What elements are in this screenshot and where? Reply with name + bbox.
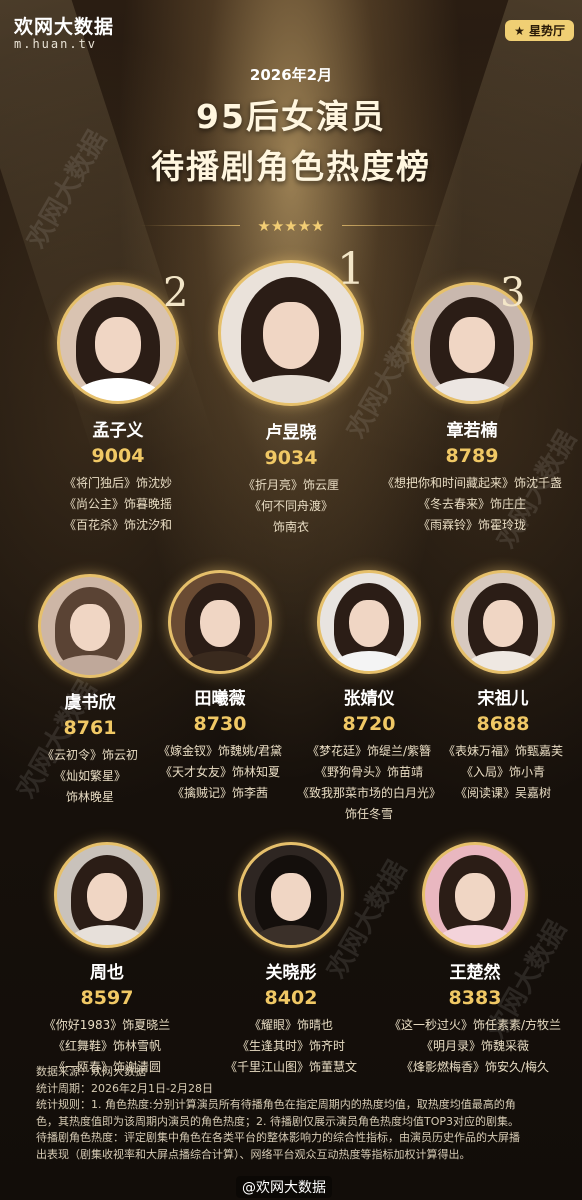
role-item: 《这一秒过火》饰任素素/方牧兰 (388, 1018, 562, 1032)
role-list: 《表妹万福》饰甄嘉芙 《入局》饰小青 《阅读课》吴嘉树 (432, 741, 574, 804)
actress-card-rank3: 3 章若楠 8789 《想把你和时间藏起来》饰沈千盏 《冬去春来》饰庄庄 《雨霖… (372, 270, 572, 536)
note-line: 统计规则：1. 角色热度:分别计算演员所有待播角色在指定周期内的热度均值，取热度… (36, 1098, 516, 1111)
role-list: 《想把你和时间藏起来》饰沈千盏 《冬去春来》饰庄庄 《雨霖铃》饰霍玲珑 (372, 473, 572, 536)
role-item: 《嫁金钗》饰魏姚/君黛 (157, 744, 283, 758)
page-title-line2: 待播剧角色热度榜 (151, 147, 431, 186)
brand-name: 欢网大数据 (14, 16, 115, 38)
avatar (317, 570, 421, 674)
heat-score: 9034 (264, 447, 318, 469)
avatar (422, 842, 528, 948)
note-line: 数据来源：欢网大数据 (36, 1065, 146, 1078)
role-list: 《梦花廷》饰缇兰/紫簪 《野狗骨头》饰苗靖 《致我那菜市场的白月光》 饰任冬雪 (294, 741, 444, 825)
role-item: 饰林晚星 (65, 790, 114, 804)
actress-name: 关晓彤 (265, 963, 317, 983)
avatar (57, 282, 179, 404)
weibo-handle[interactable]: @欢网大数据 (236, 1176, 332, 1198)
actress-name: 王楚然 (449, 963, 501, 983)
role-item: 《野狗骨头》饰苗靖 (314, 765, 423, 779)
actress-card: 关晓彤 8402 《耀眼》饰晴也 《生逢其时》饰齐时 《千里江山图》饰董慧文 (206, 842, 376, 1078)
heat-score: 8402 (264, 987, 318, 1009)
page-title-line1: 95后女演员 (196, 97, 386, 136)
brand-domain: m.huan.tv (14, 37, 98, 51)
rating-stars: ★★★★★ (0, 216, 582, 235)
actress-name: 虞书欣 (64, 693, 116, 713)
actress-name: 田曦薇 (194, 689, 246, 709)
role-item: 《灿如繁星》 (53, 769, 126, 783)
role-item: 饰南衣 (272, 520, 309, 534)
role-item: 《尚公主》饰暮晚摇 (63, 497, 172, 511)
role-list: 《嫁金钗》饰魏姚/君黛 《天才女友》饰林知夏 《擒贼记》饰李茜 (150, 741, 290, 804)
role-item: 《将门独后》饰沈妙 (63, 476, 172, 490)
rank-number: 1 (337, 244, 365, 295)
heat-score: 8720 (342, 713, 396, 735)
actress-card: 王楚然 8383 《这一秒过火》饰任素素/方牧兰 《明月录》饰魏采薇 《烽影燃梅… (372, 842, 578, 1078)
avatar (451, 570, 555, 674)
role-list: 《云初令》饰云初 《灿如繁星》 饰林晚星 (22, 745, 158, 808)
note-line: 出表现（剧集收视率和大屏点播综合计算）、网络平台观众互动热度等指标加权计算得出。 (36, 1147, 471, 1161)
role-list: 《折月亮》饰云厘 《何不同舟渡》 饰南衣 (205, 475, 377, 538)
star-hall-badge: ★ 星势厅 (505, 20, 574, 41)
role-item: 《生逢其时》饰齐时 (236, 1039, 345, 1053)
heat-score: 8688 (476, 713, 530, 735)
actress-card: 周也 8597 《你好1983》饰夏晓兰 《红舞鞋》饰林雪帆 《一瓯春》饰谢清圆 (32, 842, 182, 1078)
role-item: 《何不同舟渡》 (248, 499, 333, 513)
actress-name: 宋祖儿 (477, 689, 529, 709)
role-item: 《雨霖铃》饰霍玲珑 (417, 518, 526, 532)
heat-score: 9004 (91, 445, 145, 467)
role-item: 《百花杀》饰沈汐和 (63, 518, 172, 532)
actress-card: 虞书欣 8761 《云初令》饰云初 《灿如繁星》 饰林晚星 (22, 574, 158, 808)
star-icons: ★★★★★ (257, 217, 325, 235)
role-item: 《致我那菜市场的白月光》 (296, 786, 441, 800)
role-item: 《天才女友》饰林知夏 (159, 765, 280, 779)
note-line: 统计周期：2026年2月1日-2月28日 (36, 1081, 213, 1095)
heat-score: 8789 (445, 445, 499, 467)
role-item: 《云初令》饰云初 (41, 748, 138, 762)
role-item: 《擒贼记》饰李茜 (171, 786, 268, 800)
period-date: 2026年2月 (249, 66, 333, 84)
role-item: 《红舞鞋》饰林雪帆 (52, 1039, 161, 1053)
actress-card: 宋祖儿 8688 《表妹万福》饰甄嘉芙 《入局》饰小青 《阅读课》吴嘉树 (432, 570, 574, 804)
role-item: 《阅读课》吴嘉树 (454, 786, 551, 800)
actress-name: 孟子义 (92, 421, 144, 441)
avatar (54, 842, 160, 948)
data-source-notes: 数据来源：欢网大数据 统计周期：2026年2月1日-2月28日 统计规则：1. … (36, 1064, 564, 1163)
actress-name: 周也 (90, 963, 124, 983)
rank-number: 3 (500, 270, 526, 316)
heat-score: 8597 (80, 987, 134, 1009)
actress-card: 张婧仪 8720 《梦花廷》饰缇兰/紫簪 《野狗骨头》饰苗靖 《致我那菜市场的白… (294, 570, 444, 825)
brand-logo: 欢网大数据 m.huan.tv (14, 12, 114, 51)
avatar (38, 574, 142, 678)
actress-name: 章若楠 (446, 421, 498, 441)
heat-score: 8730 (193, 713, 247, 735)
role-item: 《你好1983》饰夏晓兰 (43, 1018, 171, 1032)
heat-score: 8761 (63, 717, 117, 739)
role-item: 饰任冬雪 (344, 807, 393, 821)
role-item: 《耀眼》饰晴也 (248, 1018, 333, 1032)
heat-score: 8383 (448, 987, 502, 1009)
role-item: 《表妹万福》饰甄嘉芙 (442, 744, 563, 758)
role-item: 《冬去春来》饰庄庄 (417, 497, 526, 511)
actress-card: 田曦薇 8730 《嫁金钗》饰魏姚/君黛 《天才女友》饰林知夏 《擒贼记》饰李茜 (150, 570, 290, 804)
rank-number: 2 (163, 270, 189, 316)
actress-name: 卢昱晓 (265, 423, 317, 443)
actress-card-rank2: 2 孟子义 9004 《将门独后》饰沈妙 《尚公主》饰暮晚摇 《百花杀》饰沈汐和 (33, 270, 203, 536)
avatar (238, 842, 344, 948)
role-item: 《想把你和时间藏起来》饰沈千盏 (381, 476, 562, 490)
role-list: 《将门独后》饰沈妙 《尚公主》饰暮晚摇 《百花杀》饰沈汐和 (33, 473, 203, 536)
avatar (168, 570, 272, 674)
role-item: 《折月亮》饰云厘 (242, 478, 339, 492)
note-line: 色，其热度值即为该周期内演员的角色热度；2. 待播剧仅展示演员角色热度均值TOP… (36, 1114, 519, 1128)
actress-card-rank1: 1 卢昱晓 9034 《折月亮》饰云厘 《何不同舟渡》 饰南衣 (205, 244, 377, 538)
note-line: 待播剧角色热度：评定剧集中角色在各类平台的整体影响力的综合性指标，由演员历史作品… (36, 1131, 520, 1144)
role-item: 《明月录》饰魏采薇 (420, 1039, 529, 1053)
actress-name: 张婧仪 (343, 689, 395, 709)
role-item: 《梦花廷》饰缇兰/紫簪 (306, 744, 432, 758)
role-item: 《入局》饰小青 (460, 765, 545, 779)
